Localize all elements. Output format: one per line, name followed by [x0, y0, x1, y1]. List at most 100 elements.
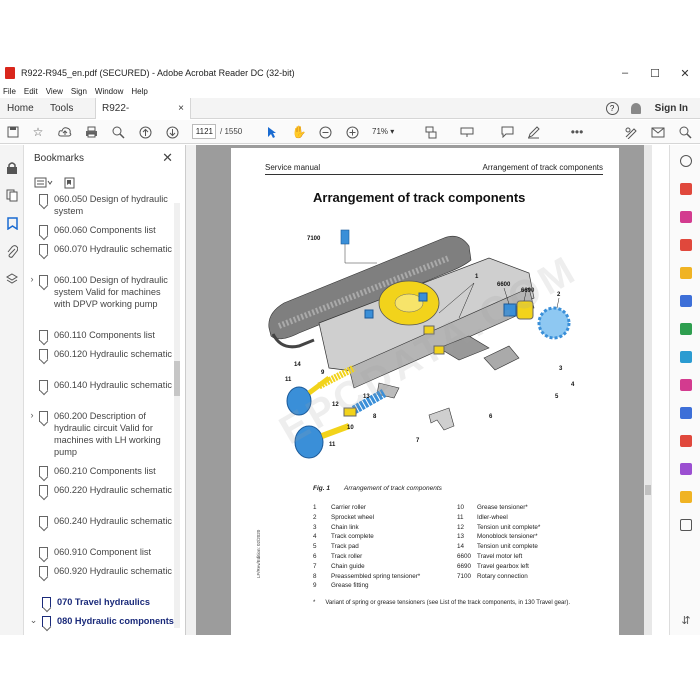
zoom-level-select[interactable]: 71% ▾: [372, 124, 412, 139]
send-track-icon[interactable]: [680, 491, 692, 503]
bookmark-label: 060.920 Hydraulic schematic: [54, 566, 172, 576]
maximize-button[interactable]: ☐: [640, 67, 670, 80]
legend-text: Preassembled spring tensioner*: [331, 572, 421, 580]
keyboard-icon[interactable]: [460, 125, 474, 139]
page-number-input[interactable]: 1121: [192, 124, 216, 139]
menu-sign[interactable]: Sign: [71, 87, 87, 96]
pin-icon[interactable]: ⇵: [680, 615, 692, 627]
bookmark-item[interactable]: 060.210 Components list: [25, 465, 175, 477]
attachment-icon[interactable]: [6, 245, 18, 258]
menu-file[interactable]: File: [3, 87, 16, 96]
pen-icon[interactable]: [526, 125, 540, 139]
layers-icon[interactable]: [6, 273, 18, 285]
organize-pages-icon[interactable]: [680, 323, 692, 335]
bookmark-tools: [34, 177, 75, 192]
tab-home[interactable]: Home: [0, 98, 40, 119]
combine-files-icon[interactable]: [680, 295, 692, 307]
title-bar: R922-R945_en.pdf (SECURED) - Adobe Acrob…: [0, 60, 700, 86]
expand-chevron-icon[interactable]: ›: [25, 410, 39, 458]
save-icon[interactable]: [6, 125, 20, 139]
create-pdf-icon[interactable]: [680, 183, 692, 195]
bookmark-item[interactable]: 060.910 Component list: [25, 546, 175, 558]
expand-chevron-icon[interactable]: ⌄: [25, 615, 42, 627]
bookmark-item[interactable]: 060.120 Hydraulic schematic: [25, 348, 175, 360]
bookmark-item[interactable]: › 060.100 Design of hydraulic system Vali…: [25, 274, 175, 310]
page-fit-icon[interactable]: [425, 125, 439, 139]
bookmark-item[interactable]: 060.070 Hydraulic schematic: [25, 243, 175, 255]
expand-chevron-icon[interactable]: ›: [25, 274, 39, 310]
legend-text: Grease tensioner*: [477, 504, 528, 511]
send-for-signature-icon[interactable]: [680, 463, 692, 475]
zoom-out-icon[interactable]: [318, 125, 332, 139]
document-scrollbar[interactable]: [644, 145, 652, 635]
close-button[interactable]: ✕: [670, 67, 700, 80]
add-bookmark-icon[interactable]: [64, 177, 75, 192]
bookmark-item[interactable]: 060.050 Design of hydraulic system: [25, 193, 175, 217]
bookmark-item[interactable]: ⌄ 080 Hydraulic components: [25, 615, 175, 627]
menu-window[interactable]: Window: [95, 87, 123, 96]
zoom-search-icon[interactable]: [111, 125, 125, 139]
bookmark-item[interactable]: 060.110 Components list: [25, 329, 175, 341]
bookmarks-scrollbar[interactable]: [174, 203, 180, 628]
page-thumbnails-icon[interactable]: [6, 189, 18, 202]
star-icon[interactable]: ☆: [31, 125, 45, 139]
tab-document[interactable]: R922-R945_en.pdf ... ×: [95, 97, 191, 135]
comment-tool-icon[interactable]: [680, 267, 692, 279]
bookmark-item[interactable]: › 060.200 Description of hydraulic circui…: [25, 410, 175, 458]
bookmark-item[interactable]: 060.220 Hydraulic schematic: [25, 484, 175, 496]
bookmark-item[interactable]: 060.140 Hydraulic schematic: [25, 379, 175, 391]
legend-text: Tension unit complete: [477, 543, 538, 551]
scan-ocr-icon[interactable]: [680, 351, 692, 363]
hand-tool-icon[interactable]: ✋: [292, 125, 307, 139]
protect-icon[interactable]: [680, 407, 692, 419]
menu-view[interactable]: View: [46, 87, 63, 96]
search-tool-icon[interactable]: [680, 155, 692, 167]
print-icon[interactable]: [84, 125, 98, 139]
menu-edit[interactable]: Edit: [24, 87, 38, 96]
edit-pdf-icon[interactable]: [680, 239, 692, 251]
sign-in-button[interactable]: Sign In: [655, 103, 688, 114]
zoom-in-icon[interactable]: [345, 125, 359, 139]
document-scroll-thumb[interactable]: [645, 485, 651, 495]
more-tools-icon[interactable]: [680, 519, 692, 531]
tab-close-icon[interactable]: ×: [178, 98, 184, 119]
callout-label: 10: [347, 425, 354, 431]
close-panel-icon[interactable]: ✕: [162, 150, 173, 166]
panel-splitter[interactable]: [186, 145, 196, 635]
bookmark-options-icon[interactable]: [34, 177, 54, 192]
cloud-upload-icon[interactable]: [58, 125, 72, 139]
select-cursor-icon[interactable]: [265, 125, 279, 139]
bookmark-item[interactable]: 060.240 Hydraulic schematic: [25, 515, 175, 527]
page-down-icon[interactable]: [165, 125, 179, 139]
sign-pen-icon[interactable]: [624, 125, 638, 139]
menu-help[interactable]: Help: [131, 87, 147, 96]
export-pdf-icon[interactable]: [680, 211, 692, 223]
help-icon[interactable]: ?: [605, 101, 619, 115]
page-up-icon[interactable]: [138, 125, 152, 139]
bookmark-item[interactable]: 060.920 Hydraulic schematic: [25, 565, 175, 577]
mail-icon[interactable]: [651, 125, 665, 139]
bookmark-flag-icon: [39, 349, 48, 360]
redact-icon[interactable]: [680, 435, 692, 447]
bookmark-icon[interactable]: [6, 217, 18, 231]
callout-label: 7: [416, 438, 420, 444]
more-options-icon[interactable]: •••: [570, 125, 584, 139]
legend-row: 8 Preassembled spring tensioner*: [313, 572, 420, 582]
bookmark-label: 060.120 Hydraulic schematic: [54, 349, 172, 359]
lock-icon[interactable]: [6, 161, 18, 174]
comment-icon[interactable]: [500, 125, 514, 139]
find-icon[interactable]: [678, 125, 692, 139]
bell-icon[interactable]: [630, 102, 641, 114]
bookmark-flag-icon: [39, 547, 48, 558]
bookmark-label: 060.910 Component list: [54, 547, 152, 557]
bookmarks-scroll-thumb[interactable]: [174, 361, 180, 396]
legend-row: 3 Chain link: [313, 523, 359, 533]
tab-tools[interactable]: Tools: [40, 98, 95, 119]
minimize-button[interactable]: –: [610, 67, 640, 79]
fill-sign-icon[interactable]: [680, 379, 692, 391]
legend-row: 7 Chain guide: [313, 562, 365, 572]
legend-row: 9 Grease fitting: [313, 581, 368, 591]
bookmark-item[interactable]: 060.060 Components list: [25, 224, 175, 236]
bookmark-item[interactable]: 070 Travel hydraulics: [25, 596, 175, 608]
